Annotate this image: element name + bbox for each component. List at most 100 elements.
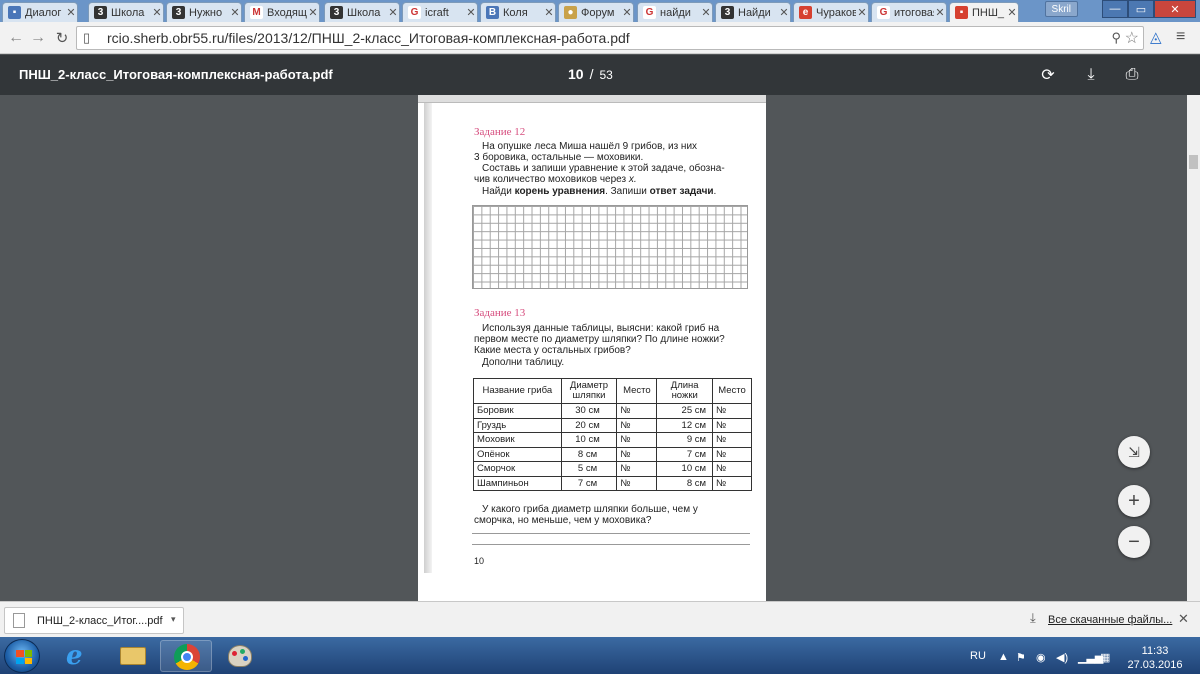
download-item[interactable]: ПНШ_2-класс_Итог....pdf ▾ — [4, 607, 184, 634]
page-separator: / — [589, 66, 594, 82]
task12-find-line: Найди корень уравнения. Запиши ответ зад… — [482, 186, 716, 197]
page-scan-edge — [418, 95, 766, 103]
total-pages: 53 — [599, 68, 613, 82]
tab-favicon-icon: B — [486, 6, 499, 19]
zoom-in-button[interactable]: + — [1118, 485, 1150, 517]
tab-label: ПНШ_ — [972, 6, 1005, 19]
tab-close-icon[interactable]: ✕ — [151, 6, 163, 19]
browser-tab[interactable]: B Коля ✕ — [480, 2, 556, 22]
tray-app-icon[interactable]: ◉ — [1036, 651, 1046, 664]
task12-line: чив количество моховиков через x. — [474, 174, 637, 185]
cell-length: 8 см — [656, 475, 714, 491]
tray-grid-icon[interactable]: ▦ — [1100, 651, 1110, 664]
tab-label: Коля — [503, 6, 528, 19]
cell-place: № — [712, 417, 752, 433]
task13-line: Какие места у остальных грибов? — [474, 345, 631, 356]
browser-tab[interactable]: 3 Нужно ✕ — [166, 2, 242, 22]
volume-icon[interactable]: ◀) — [1056, 651, 1068, 664]
browser-tab[interactable]: ● Форум ✕ — [558, 2, 634, 22]
paint-icon[interactable] — [214, 640, 266, 672]
cell-length: 25 см — [656, 403, 714, 419]
cell-length: 10 см — [656, 461, 714, 477]
chevron-down-icon[interactable]: ▾ — [171, 614, 176, 625]
tab-close-icon[interactable]: ✕ — [307, 6, 319, 19]
mushroom-table: Название гриба Диаметр шляпки Место Длин… — [473, 378, 752, 491]
cell-name: Моховик — [473, 432, 562, 448]
tab-close-icon[interactable]: ✕ — [856, 6, 868, 19]
browser-tab[interactable]: Gитоговая✕ — [871, 2, 947, 22]
cell-place: № — [712, 461, 752, 477]
all-downloads-link[interactable]: Все скачанные файлы... — [1048, 614, 1172, 626]
browser-tab[interactable]: 3 Школа ✕ — [324, 2, 400, 22]
chrome-menu-icon[interactable]: ≡ — [1176, 28, 1185, 46]
tab-close-icon[interactable]: ✕ — [1006, 6, 1018, 19]
browser-tab[interactable]: Gнайди ✕ — [637, 2, 713, 22]
tab-close-icon[interactable]: ✕ — [543, 6, 555, 19]
tray-flag-icon[interactable]: ⚑ — [1016, 651, 1026, 664]
scrollbar-thumb[interactable] — [1189, 155, 1198, 169]
language-indicator[interactable]: RU — [970, 650, 986, 662]
table-row: Моховик 10 см № 9 см № — [473, 432, 752, 448]
answer-line — [472, 544, 750, 545]
vertical-scrollbar[interactable] — [1187, 95, 1200, 601]
maximize-button[interactable]: ▭ — [1128, 0, 1154, 18]
print-icon[interactable]: ⎙ — [1122, 65, 1142, 85]
zoom-magnifier-icon[interactable]: ⚲ — [1111, 30, 1121, 46]
task12-variable: x. — [628, 174, 637, 185]
download-icon[interactable]: ⤓ — [1081, 65, 1101, 85]
tab-favicon-icon: e — [799, 6, 812, 19]
task12-heading: Задание 12 — [474, 126, 526, 138]
pdf-viewport[interactable]: Задание 12 На опушке леса Миша нашёл 9 г… — [0, 95, 1187, 601]
zoom-out-button[interactable]: − — [1118, 526, 1150, 558]
internet-explorer-icon[interactable]: e — [52, 640, 104, 672]
clock[interactable]: 11:33 27.03.2016 — [1125, 644, 1185, 672]
find-bold-answer: ответ задачи — [649, 186, 714, 197]
download-arrow-icon: ⤓ — [1030, 610, 1036, 625]
file-explorer-icon[interactable] — [106, 640, 158, 672]
tab-close-icon[interactable]: ✕ — [65, 6, 77, 19]
cell-place: № — [616, 461, 658, 477]
tab-close-icon[interactable]: ✕ — [700, 6, 712, 19]
tab-close-icon[interactable]: ✕ — [387, 6, 399, 19]
tab-close-icon[interactable]: ✕ — [934, 6, 946, 19]
chrome-icon[interactable] — [160, 640, 212, 672]
tab-close-icon[interactable]: ✕ — [621, 6, 633, 19]
browser-tab[interactable]: Gicraft ✕ — [402, 2, 478, 22]
page-number: 10 — [474, 556, 485, 566]
tab-favicon-icon: ● — [564, 6, 577, 19]
minimize-button[interactable]: — — [1102, 0, 1128, 18]
forward-arrow-icon[interactable]: → — [28, 28, 48, 48]
tab-favicon-icon: G — [877, 6, 890, 19]
start-button[interactable] — [4, 639, 40, 673]
tab-close-icon[interactable]: ✕ — [229, 6, 241, 19]
cell-place: № — [616, 432, 658, 448]
address-bar[interactable]: ▯ rcio.sherb.obr55.ru/files/2013/12/ПНШ_… — [76, 26, 1144, 50]
table-row: Боровик 30 см № 25 см № — [473, 403, 752, 419]
bookmark-star-icon[interactable]: ☆ — [1125, 28, 1139, 48]
rotate-icon[interactable]: ⟳ — [1038, 65, 1058, 85]
tab-favicon-icon: 3 — [721, 6, 734, 19]
user-profile-badge[interactable]: Skril — [1044, 1, 1078, 17]
tab-close-icon[interactable]: ✕ — [465, 6, 477, 19]
tray-expand-icon[interactable]: ▲ — [998, 651, 1009, 663]
fit-page-button[interactable]: ⇲ — [1118, 436, 1150, 468]
reload-icon[interactable]: ↻ — [52, 28, 72, 48]
url-text[interactable]: rcio.sherb.obr55.ru/files/2013/12/ПНШ_2-… — [107, 30, 630, 46]
tab-label: Найди — [738, 6, 771, 19]
table-row: Шампиньон 7 см № 8 см № — [473, 475, 752, 491]
browser-tab[interactable]: 3 Школа ✕ — [88, 2, 164, 22]
extension-icon[interactable]: ◬ — [1150, 28, 1162, 46]
clock-time: 11:33 — [1141, 645, 1169, 657]
browser-tab[interactable]: ▪ ПНШ_ ✕ — [949, 2, 1019, 22]
close-window-button[interactable]: ✕ — [1154, 0, 1196, 18]
browser-tab[interactable]: M Входящие✕ — [244, 2, 320, 22]
browser-tab[interactable]: 3 Найди ✕ — [715, 2, 791, 22]
back-arrow-icon[interactable]: ← — [6, 28, 26, 48]
current-page-input[interactable]: 10 — [568, 66, 584, 82]
browser-tab[interactable]: ▪ Диалог ✕ — [2, 2, 78, 22]
page-indicator: 10 / 53 — [568, 66, 613, 82]
browser-tab[interactable]: e Чураков ✕ — [793, 2, 869, 22]
close-icon[interactable]: ✕ — [1178, 611, 1189, 627]
tab-label: итоговая — [894, 6, 934, 19]
tab-close-icon[interactable]: ✕ — [778, 6, 790, 19]
